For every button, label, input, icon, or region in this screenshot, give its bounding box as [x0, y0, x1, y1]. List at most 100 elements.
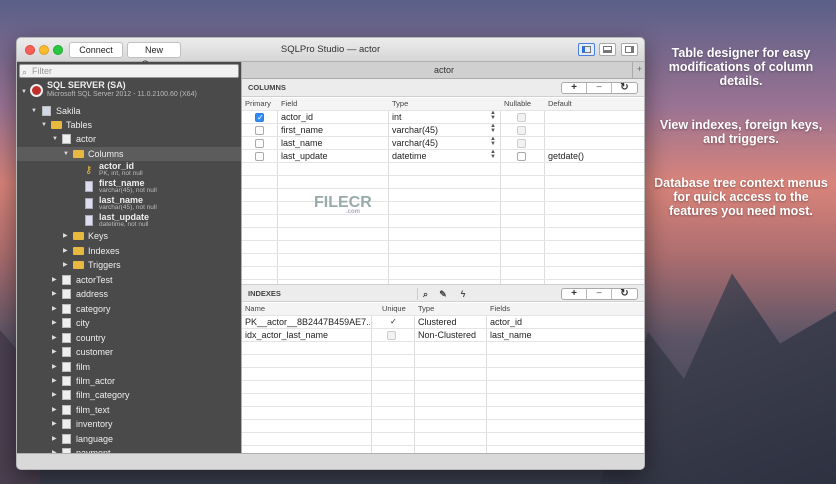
field-name[interactable]: last_name — [278, 137, 323, 149]
index-fields: last_name — [490, 330, 532, 340]
tree-table-item[interactable]: ▶ film_actor — [17, 374, 241, 388]
indexes-action-buttons: + − ↻ — [561, 288, 638, 300]
toggle-bottom-panel-button[interactable] — [599, 43, 616, 56]
disclosure-triangle-icon: ▶ — [52, 407, 57, 413]
header-nullable[interactable]: Nullable — [501, 98, 531, 110]
header-default[interactable]: Default — [545, 98, 572, 110]
column-row[interactable]: last_name varchar(45) ▲ ▼ — [242, 137, 644, 150]
tree-server[interactable]: ▼ SQL SERVER (SA) Microsoft SQL Server 2… — [17, 81, 241, 103]
lightning-icon[interactable]: ϟ — [456, 288, 470, 300]
tree-table-item[interactable]: ▶ category — [17, 302, 241, 316]
tree-table-item[interactable]: ▶ payment — [17, 446, 241, 453]
promo-text-3: Database tree context menus for quick ac… — [654, 176, 828, 218]
column-name: last_name — [99, 195, 144, 205]
disclosure-triangle-icon: ▶ — [63, 248, 68, 254]
nullable-checkbox[interactable] — [517, 113, 526, 122]
field-name[interactable]: actor_id — [278, 111, 313, 123]
tree-column-item[interactable]: last_update datetime, not null — [17, 213, 241, 230]
default-value[interactable] — [545, 124, 548, 136]
nullable-checkbox[interactable] — [517, 152, 526, 161]
filter-input[interactable]: ⌕ Filter — [19, 64, 239, 78]
tree-keys-folder[interactable]: ▶ Keys — [17, 229, 241, 243]
triggers-folder-label: Triggers — [88, 260, 121, 270]
column-row[interactable]: last_update datetime ▲ ▼ getdate() — [242, 150, 644, 163]
tree-table-actor[interactable]: ▼ actor — [17, 132, 241, 146]
header-unique[interactable]: Unique — [379, 303, 406, 315]
refresh-columns-button[interactable]: ↻ — [612, 83, 637, 93]
stepper-icon: ▲ ▼ — [490, 111, 496, 121]
tree-column-item[interactable]: ⚷ actor_id PK, int, not null — [17, 162, 241, 179]
tab-label: actor — [433, 65, 454, 75]
type-value: datetime — [392, 151, 427, 161]
tree-indexes-folder[interactable]: ▶ Indexes — [17, 244, 241, 258]
tree-column-item[interactable]: last_name varchar(45), not null — [17, 196, 241, 213]
remove-column-button[interactable]: − — [587, 83, 612, 93]
database-icon — [42, 106, 51, 116]
tree-column-item[interactable]: first_name varchar(45), not null — [17, 179, 241, 196]
primary-key-checkbox[interactable] — [255, 112, 264, 124]
promo-text-2: View indexes, foreign keys, and triggers… — [659, 118, 823, 146]
nullable-checkbox[interactable] — [517, 126, 526, 135]
header-fields[interactable]: Fields — [487, 303, 510, 315]
primary-key-checkbox[interactable] — [255, 139, 264, 148]
tree-tables-folder[interactable]: ▼ Tables — [17, 118, 241, 132]
toggle-right-panel-button[interactable] — [621, 43, 638, 56]
wrench-icon[interactable]: ✎ — [436, 288, 450, 300]
column-name: actor_id — [99, 161, 135, 171]
add-column-button[interactable]: + — [562, 83, 587, 93]
header-field[interactable]: Field — [278, 98, 297, 110]
tree-table-item[interactable]: ▶ city — [17, 316, 241, 330]
tree-triggers-folder[interactable]: ▶ Triggers — [17, 258, 241, 272]
table-name: inventory — [76, 419, 113, 429]
column-row[interactable]: actor_id int ▲▼ — [242, 111, 644, 124]
nullable-checkbox[interactable] — [517, 139, 526, 148]
promo-text-1: Table designer for easy modifications of… — [668, 46, 814, 88]
tree-table-item[interactable]: ▶ film_text — [17, 403, 241, 417]
index-name: PK__actor__8B2447B459AE7... — [245, 317, 370, 327]
type-select[interactable]: varchar(45) ▲ ▼ — [389, 124, 500, 136]
column-row[interactable]: first_name varchar(45) ▲ ▼ — [242, 124, 644, 137]
folder-icon — [73, 150, 84, 158]
header-type[interactable]: Type — [389, 98, 408, 110]
tree-table-item[interactable]: ▶ country — [17, 331, 241, 345]
type-select[interactable]: varchar(45) ▲ ▼ — [389, 137, 500, 149]
tab-actor[interactable]: actor + — [242, 62, 644, 79]
search-icon[interactable]: ⌕ — [417, 288, 431, 300]
primary-key-checkbox[interactable] — [255, 152, 264, 161]
field-name[interactable]: last_update — [278, 150, 328, 162]
default-value[interactable]: getdate() — [545, 150, 584, 162]
default-value[interactable] — [545, 137, 548, 149]
tree-table-item[interactable]: ▶ film_category — [17, 388, 241, 402]
disclosure-triangle-icon: ▼ — [52, 136, 58, 142]
tree-table-item[interactable]: ▶ customer — [17, 345, 241, 359]
unique-checkbox — [387, 331, 396, 340]
primary-key-checkbox[interactable] — [255, 126, 264, 135]
header-index-type[interactable]: Type — [415, 303, 434, 315]
disclosure-triangle-icon: ▶ — [52, 277, 57, 283]
default-value[interactable] — [545, 111, 548, 123]
tree-table-item[interactable]: ▶ actorTest — [17, 273, 241, 287]
tree-columns-folder[interactable]: ▼ Columns — [17, 147, 241, 161]
refresh-indexes-button[interactable]: ↻ — [612, 289, 637, 299]
tree-table-item[interactable]: ▶ language — [17, 432, 241, 446]
field-name[interactable]: first_name — [278, 124, 323, 136]
tree-table-item[interactable]: ▶ film — [17, 360, 241, 374]
column-detail: varchar(45), not null — [99, 204, 157, 211]
tree-table-item[interactable]: ▶ address — [17, 287, 241, 301]
toggle-sidebar-button[interactable] — [578, 43, 595, 56]
disclosure-triangle-icon: ▶ — [52, 349, 57, 355]
tree-database-sakila[interactable]: ▼ Sakila — [17, 104, 241, 118]
index-row[interactable]: idx_actor_last_name Non-Clustered last_n… — [242, 329, 644, 342]
window-title: SQLPro Studio — actor — [280, 44, 381, 55]
add-index-button[interactable]: + — [562, 289, 587, 299]
header-primary[interactable]: Primary — [242, 98, 271, 110]
index-row[interactable]: PK__actor__8B2447B459AE7... ✓ Clustered … — [242, 316, 644, 329]
remove-index-button[interactable]: − — [587, 289, 612, 299]
unique-check-icon: ✓ — [390, 317, 397, 326]
type-select[interactable]: datetime ▲ ▼ — [389, 150, 500, 162]
type-select[interactable]: int ▲ ▼ — [389, 111, 500, 123]
tree-table-item[interactable]: ▶ inventory — [17, 417, 241, 431]
new-tab-button[interactable]: + — [632, 62, 644, 78]
header-name[interactable]: Name — [242, 303, 265, 315]
table-name: film — [76, 362, 90, 372]
